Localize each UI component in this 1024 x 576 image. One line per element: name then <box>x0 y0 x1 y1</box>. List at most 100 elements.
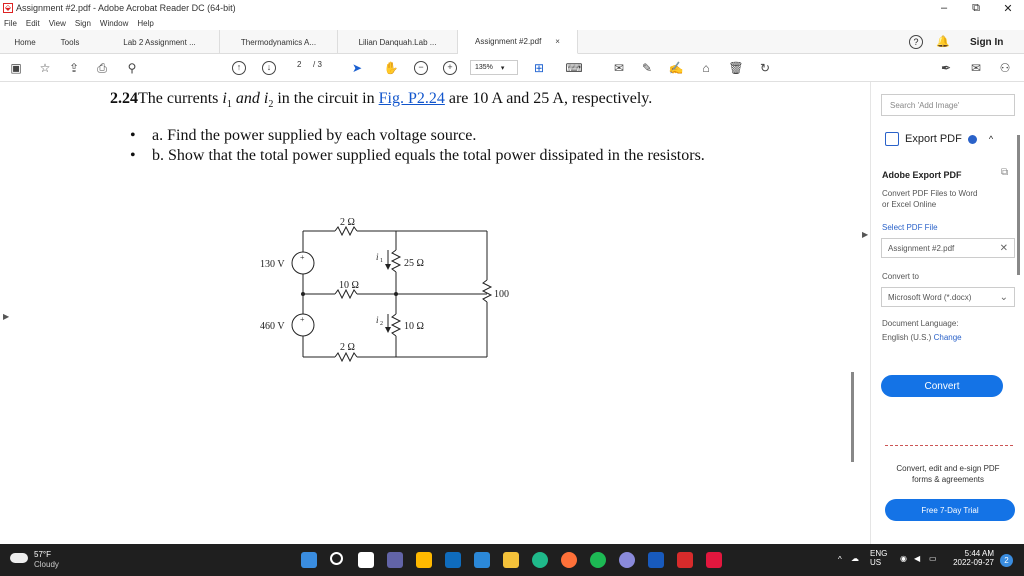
search-input[interactable]: Search 'Add Image' <box>881 94 1015 116</box>
menu-window[interactable]: Window <box>100 19 128 28</box>
close-window-button[interactable]: ✕ <box>992 0 1024 16</box>
teams-icon[interactable] <box>387 552 403 568</box>
word-icon[interactable] <box>648 552 664 568</box>
weather-widget[interactable]: 57°F Cloudy <box>34 550 59 570</box>
prev-page-icon[interactable]: ↑ <box>231 60 247 76</box>
sign-in-button[interactable]: Sign In <box>970 37 1003 48</box>
i1-label: i <box>376 252 379 262</box>
fill-sign-icon[interactable]: ✒ <box>938 60 954 76</box>
bookmark-star-icon[interactable]: ☆ <box>37 60 53 76</box>
page-total: / 3 <box>313 60 322 69</box>
menu-sign[interactable]: Sign <box>75 19 91 28</box>
search-icon[interactable] <box>330 552 343 565</box>
free-trial-button[interactable]: Free 7-Day Trial <box>885 499 1015 521</box>
network-alert-icon[interactable]: ☁ <box>851 554 859 563</box>
language-value: English (U.S.) <box>882 333 932 342</box>
firefox-icon[interactable] <box>561 552 577 568</box>
sidebar-scrollbar[interactable] <box>1017 135 1020 275</box>
tab-lab2[interactable]: Lab 2 Assignment ... <box>100 30 220 54</box>
change-language-link[interactable]: Change <box>934 333 962 342</box>
figure-link[interactable]: Fig. P2.24 <box>379 90 445 107</box>
notification-badge[interactable]: 2 <box>1000 554 1013 567</box>
tab-lilian[interactable]: Lilian Danquah.Lab ... <box>338 30 458 54</box>
format-select[interactable]: Microsoft Word (*.docx) ⌄ <box>881 287 1015 307</box>
widgets-icon[interactable] <box>416 552 432 568</box>
edge-icon[interactable] <box>532 552 548 568</box>
add-icon <box>967 134 977 144</box>
store-icon[interactable] <box>474 552 490 568</box>
page-current-input[interactable]: 2 <box>297 60 301 69</box>
tab-assignment2-label: Assignment #2.pdf <box>475 37 542 46</box>
mail-icon[interactable] <box>445 552 461 568</box>
zoom-out-icon[interactable]: − <box>413 60 429 76</box>
tab-thermo[interactable]: Thermodynamics A... <box>220 30 338 54</box>
spotify-icon[interactable] <box>590 552 606 568</box>
convert-button[interactable]: Convert <box>881 375 1003 397</box>
minimize-button[interactable]: – <box>928 0 960 16</box>
weather-condition: Cloudy <box>34 560 59 569</box>
scroll-mode-icon[interactable]: ⌨ <box>565 60 582 76</box>
chevron-up-icon[interactable]: ^ <box>989 134 993 144</box>
delete-icon[interactable]: 🗑 <box>728 60 744 76</box>
bell-icon[interactable]: 🔔 <box>936 35 950 48</box>
wifi-icon[interactable]: ◉ <box>900 554 907 563</box>
language-indicator[interactable]: ENG US <box>870 549 887 567</box>
scrollbar[interactable] <box>851 372 854 462</box>
hand-tool-icon[interactable]: ✋ <box>383 60 399 76</box>
v2-label: 460 V <box>260 321 285 332</box>
app-icon[interactable] <box>706 552 722 568</box>
highlight-pen-icon[interactable]: ✎ <box>639 60 655 76</box>
tab-tools[interactable]: Tools <box>50 30 90 54</box>
battery-icon[interactable]: ▭ <box>929 554 937 563</box>
left-panel-toggle-icon[interactable]: ▶ <box>3 312 9 321</box>
menu-file[interactable]: File <box>4 19 17 28</box>
zoom-in-icon[interactable]: + <box>442 60 458 76</box>
help-icon[interactable]: ? <box>909 35 923 49</box>
share-upload-icon[interactable]: ⇪ <box>66 60 82 76</box>
task-view-icon[interactable] <box>358 552 374 568</box>
tab-tools-label: Tools <box>60 37 80 47</box>
page-fit-icon[interactable]: ⊞ <box>531 60 547 76</box>
remove-file-icon[interactable]: ✕ <box>1000 243 1008 254</box>
draw-icon[interactable]: ✍ <box>668 60 684 76</box>
file-explorer-icon[interactable] <box>503 552 519 568</box>
r-app-icon[interactable] <box>619 552 635 568</box>
export-pdf-header[interactable]: Export PDF ^ <box>885 132 993 146</box>
copy-icon[interactable]: ⧉ <box>1001 167 1008 178</box>
next-page-icon[interactable]: ↓ <box>261 60 277 76</box>
save-icon[interactable]: ▣ <box>8 60 24 76</box>
document-view[interactable]: 2.24The currents i1 and i2 in the circui… <box>0 82 858 544</box>
r-bot-label: 2 Ω <box>340 342 355 353</box>
tab-assignment2[interactable]: Assignment #2.pdf × <box>458 30 578 54</box>
menu-help[interactable]: Help <box>137 19 153 28</box>
add-user-icon[interactable]: ⚇ <box>997 60 1013 76</box>
tools-sidebar: Search 'Add Image' Export PDF ^ Adobe Ex… <box>870 82 1024 544</box>
chevron-down-icon: ⌄ <box>999 291 1008 303</box>
start-icon[interactable] <box>301 552 317 568</box>
clock[interactable]: 5:44 AM 2022-09-27 <box>950 549 994 567</box>
select-arrow-icon[interactable]: ➤ <box>349 60 365 76</box>
menu-view[interactable]: View <box>49 19 66 28</box>
email-icon[interactable]: ✉ <box>968 60 984 76</box>
volume-icon[interactable]: ◀ <box>914 554 920 563</box>
rotate-icon[interactable]: ↻ <box>757 60 773 76</box>
search-zoom-icon[interactable]: ⚲ <box>124 60 140 76</box>
right-panel-toggle-icon[interactable]: ▶ <box>862 230 868 239</box>
tab-home[interactable]: Home <box>0 30 50 54</box>
print-icon[interactable]: ⎙ <box>94 60 110 76</box>
selected-file-field[interactable]: Assignment #2.pdf ✕ <box>881 238 1015 258</box>
comment-icon[interactable]: ✉ <box>611 60 627 76</box>
chevron-up-icon[interactable]: ^ <box>838 555 842 564</box>
part-a-text: a. Find the power supplied by each volta… <box>152 127 477 144</box>
r-10-label: 10 Ω <box>404 321 424 332</box>
select-file-link[interactable]: Select PDF File <box>882 223 938 232</box>
acrobat-taskbar-icon[interactable] <box>677 552 693 568</box>
i2-sub-label: 2 <box>380 321 383 327</box>
zoom-value: 135% <box>475 64 493 71</box>
zoom-select[interactable]: 135% ▾ <box>470 60 518 75</box>
close-tab-icon[interactable]: × <box>555 37 560 46</box>
menu-edit[interactable]: Edit <box>26 19 40 28</box>
stamp-icon[interactable]: ⌂ <box>698 60 714 76</box>
question-text-3: are 10 A and 25 A, respectively. <box>444 90 653 107</box>
maximize-button[interactable]: ⧉ <box>960 0 992 16</box>
